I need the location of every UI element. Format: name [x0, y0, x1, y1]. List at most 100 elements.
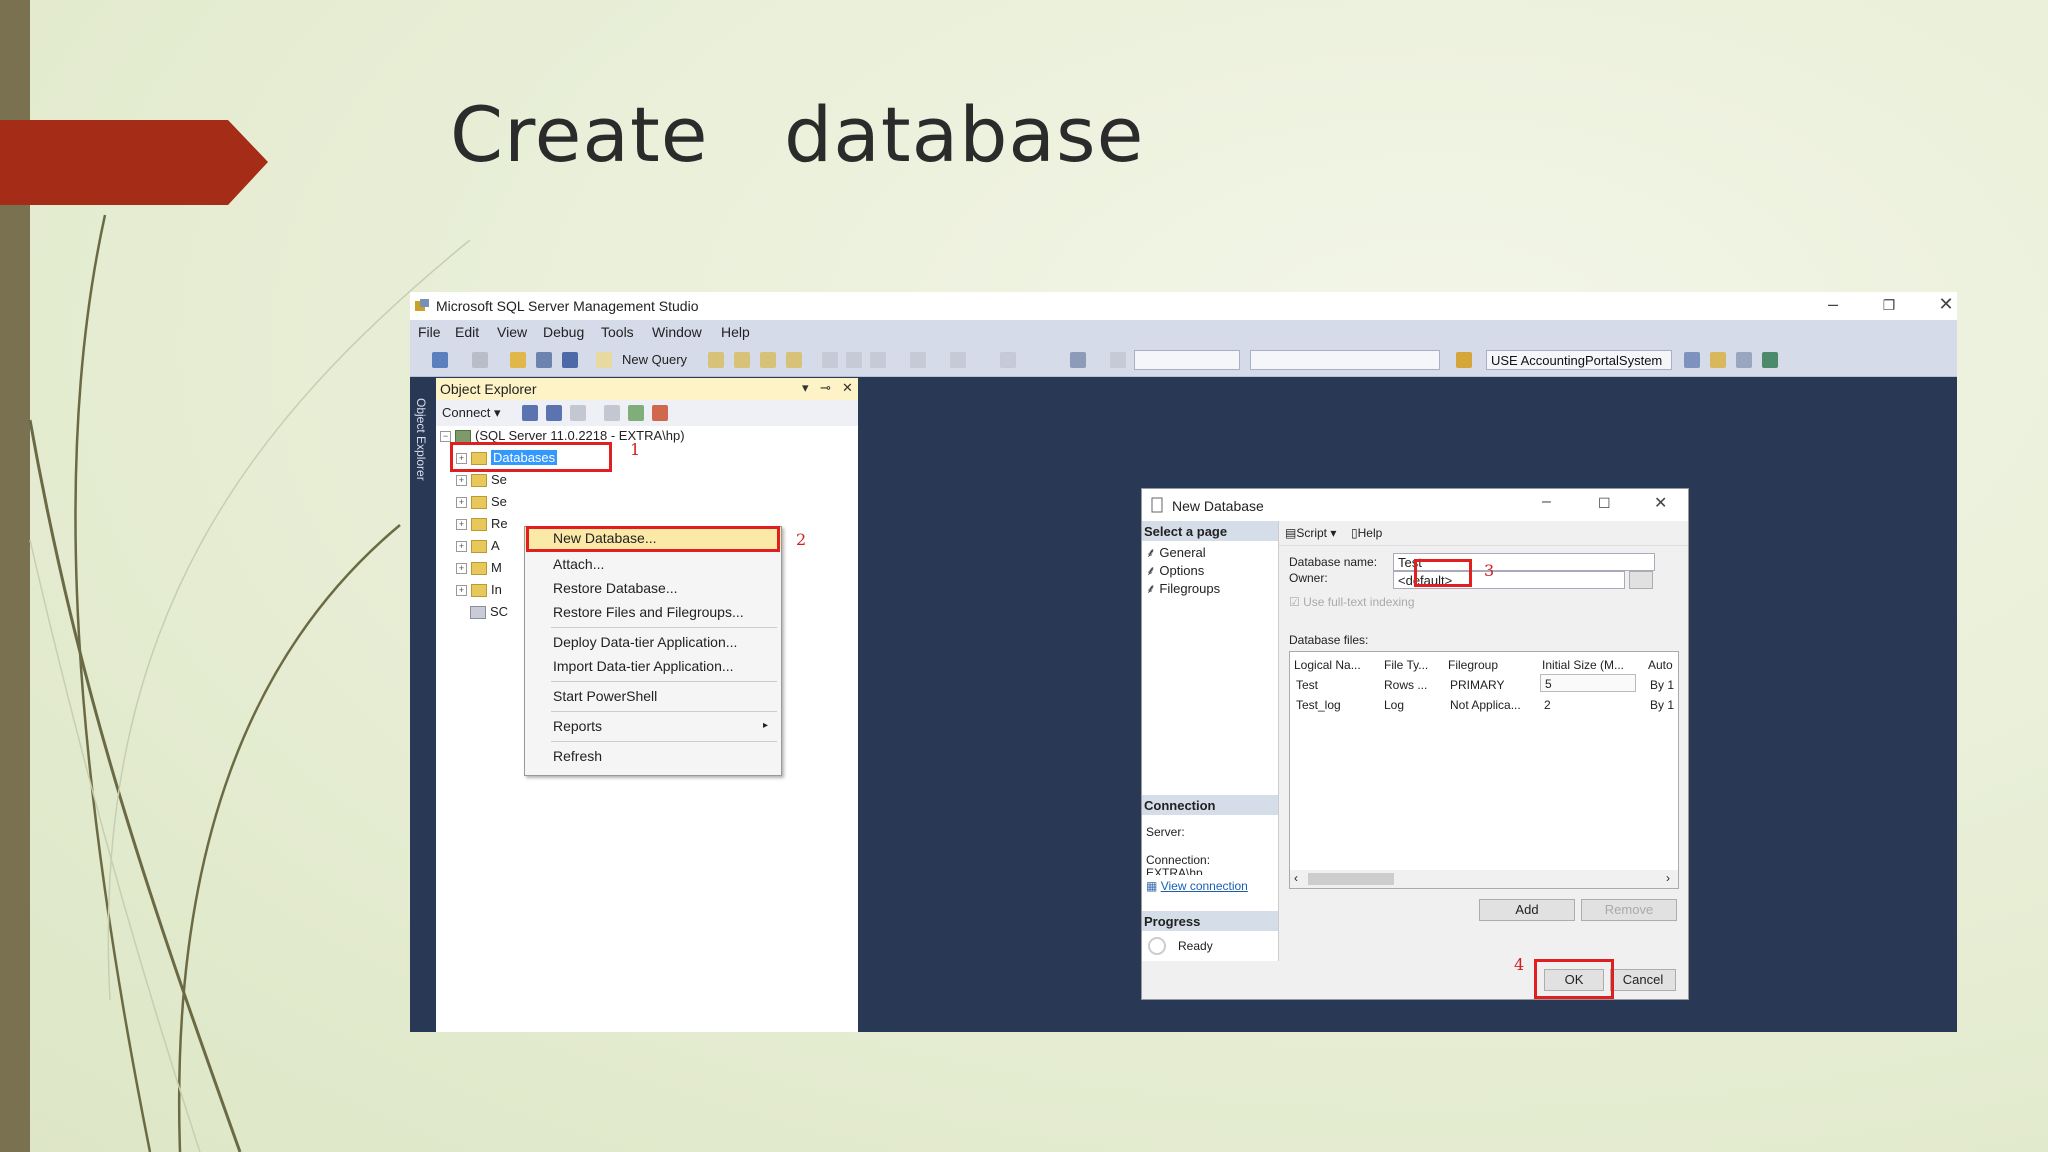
- save-icon[interactable]: [536, 352, 552, 368]
- page-filegroups[interactable]: ⸙ Filegroups: [1146, 579, 1220, 597]
- redo-icon[interactable]: [950, 352, 966, 368]
- menu-debug[interactable]: Debug: [543, 324, 584, 340]
- column-header[interactable]: Filegroup: [1448, 658, 1498, 672]
- menu-tools[interactable]: Tools: [601, 324, 634, 340]
- help-button[interactable]: ▯Help: [1351, 526, 1382, 540]
- query-icon-1[interactable]: [708, 352, 724, 368]
- tree-node[interactable]: + M: [456, 560, 502, 578]
- expand-icon[interactable]: +: [456, 563, 467, 575]
- database-selector[interactable]: USE AccountingPortalSystem: [1486, 350, 1672, 370]
- start-icon[interactable]: [1110, 352, 1126, 368]
- new-query-icon[interactable]: [596, 352, 612, 368]
- minimize-button[interactable]: –: [1813, 294, 1853, 315]
- open-folder-icon[interactable]: [510, 352, 526, 368]
- navigate-icon[interactable]: [1000, 352, 1016, 368]
- add-item-icon[interactable]: [472, 352, 488, 368]
- tool-icon-2[interactable]: [1710, 352, 1726, 368]
- menu-view[interactable]: View: [497, 324, 527, 340]
- debug-icon[interactable]: [1070, 352, 1086, 368]
- scroll-thumb[interactable]: [1308, 873, 1394, 885]
- tool-icon-3[interactable]: [1736, 352, 1752, 368]
- dialog-minimize-button[interactable]: –: [1542, 493, 1551, 511]
- menu-item-import-data-tier[interactable]: Import Data-tier Application...: [525, 655, 781, 677]
- menu-item-restore-files[interactable]: Restore Files and Filegroups...: [525, 601, 781, 623]
- column-header[interactable]: Initial Size (M...: [1542, 658, 1624, 672]
- menu-item-reports[interactable]: Reports ▸: [525, 715, 781, 737]
- connect-icon[interactable]: [522, 405, 538, 421]
- undo-icon[interactable]: [910, 352, 926, 368]
- dialog-close-button[interactable]: ✕: [1654, 493, 1667, 513]
- tool-icon-4[interactable]: [1762, 352, 1778, 368]
- menu-item-attach[interactable]: Attach...: [525, 553, 781, 575]
- find-dropdown[interactable]: [1250, 350, 1440, 370]
- close-button[interactable]: ✕: [1926, 294, 1957, 315]
- view-connection-link[interactable]: View connection: [1161, 879, 1248, 893]
- tree-node[interactable]: + A: [456, 538, 500, 556]
- help-label: Help: [1357, 526, 1383, 540]
- stop-icon[interactable]: [570, 405, 586, 421]
- paste-icon[interactable]: [870, 352, 886, 368]
- tool-icon-1[interactable]: [1684, 352, 1700, 368]
- column-header[interactable]: Logical Na...: [1294, 658, 1361, 672]
- cut-icon[interactable]: [822, 352, 838, 368]
- menu-file[interactable]: File: [418, 324, 441, 340]
- query-icon-2[interactable]: [734, 352, 750, 368]
- tree-node[interactable]: SC: [470, 604, 508, 622]
- table-cell: By 1: [1650, 698, 1675, 712]
- new-project-icon[interactable]: [432, 352, 448, 368]
- add-button[interactable]: Add: [1479, 899, 1575, 921]
- menu-item-deploy-data-tier[interactable]: Deploy Data-tier Application...: [525, 631, 781, 653]
- scroll-left-icon[interactable]: ‹: [1294, 871, 1298, 885]
- pin-icon[interactable]: ⊸: [820, 380, 831, 396]
- tree-node[interactable]: + In: [456, 582, 502, 600]
- page-selector-panel: Select a page ⸙ General ⸙ Options ⸙ File…: [1142, 521, 1279, 961]
- expand-icon[interactable]: +: [456, 585, 467, 597]
- column-header[interactable]: File Ty...: [1384, 658, 1428, 672]
- page-options[interactable]: ⸙ Options: [1146, 561, 1204, 579]
- collapse-icon[interactable]: −: [440, 431, 451, 443]
- tree-node[interactable]: + Se: [456, 494, 507, 512]
- fulltext-option[interactable]: ☑ Use full-text indexing: [1289, 595, 1415, 609]
- expand-icon[interactable]: +: [456, 519, 467, 531]
- menu-window[interactable]: Window: [652, 324, 702, 340]
- menu-item-start-powershell[interactable]: Start PowerShell: [525, 685, 781, 707]
- dropdown-arrow-icon[interactable]: ▾: [802, 380, 809, 396]
- expand-icon[interactable]: +: [456, 475, 467, 487]
- expand-icon[interactable]: +: [456, 541, 467, 553]
- new-query-button[interactable]: New Query: [622, 352, 687, 367]
- database-files-grid: Logical Na... File Ty... Filegroup Initi…: [1289, 651, 1679, 889]
- ssms-app-icon: [415, 299, 429, 311]
- column-header[interactable]: Auto: [1648, 658, 1673, 672]
- copy-icon[interactable]: [846, 352, 862, 368]
- query-icon-3[interactable]: [760, 352, 776, 368]
- tree-node[interactable]: + Re: [456, 516, 508, 534]
- script-button[interactable]: ▤Script ▾: [1285, 526, 1336, 540]
- cancel-button[interactable]: Cancel: [1610, 969, 1676, 991]
- owner-browse-button[interactable]: [1629, 571, 1653, 589]
- tree-node[interactable]: + Se: [456, 472, 507, 490]
- query-icon-4[interactable]: [786, 352, 802, 368]
- initial-size-input[interactable]: 5: [1540, 674, 1636, 692]
- horizontal-scrollbar[interactable]: ‹ ›: [1290, 870, 1678, 888]
- db-name-label: Database name:: [1289, 555, 1378, 569]
- menu-edit[interactable]: Edit: [455, 324, 479, 340]
- disconnect-icon[interactable]: [546, 405, 562, 421]
- solution-config-dropdown[interactable]: [1134, 350, 1240, 370]
- menu-item-refresh[interactable]: Refresh: [525, 745, 781, 767]
- progress-status: Ready: [1178, 939, 1213, 953]
- connect-button[interactable]: Connect ▾: [442, 405, 501, 421]
- scroll-right-icon[interactable]: ›: [1666, 871, 1670, 885]
- restore-button[interactable]: ❐: [1869, 297, 1909, 314]
- activity-monitor-icon[interactable]: [652, 405, 668, 421]
- dialog-maximize-button[interactable]: ☐: [1598, 495, 1611, 512]
- expand-icon[interactable]: +: [456, 497, 467, 509]
- menu-help[interactable]: Help: [721, 324, 750, 340]
- refresh-icon[interactable]: [628, 405, 644, 421]
- menu-item-restore-database[interactable]: Restore Database...: [525, 577, 781, 599]
- object-explorer-side-tab[interactable]: Object Explorer: [410, 378, 436, 1032]
- page-general[interactable]: ⸙ General: [1146, 543, 1206, 561]
- close-panel-icon[interactable]: ✕: [842, 380, 853, 396]
- filter-icon[interactable]: [604, 405, 620, 421]
- remove-button[interactable]: Remove: [1581, 899, 1677, 921]
- save-all-icon[interactable]: [562, 352, 578, 368]
